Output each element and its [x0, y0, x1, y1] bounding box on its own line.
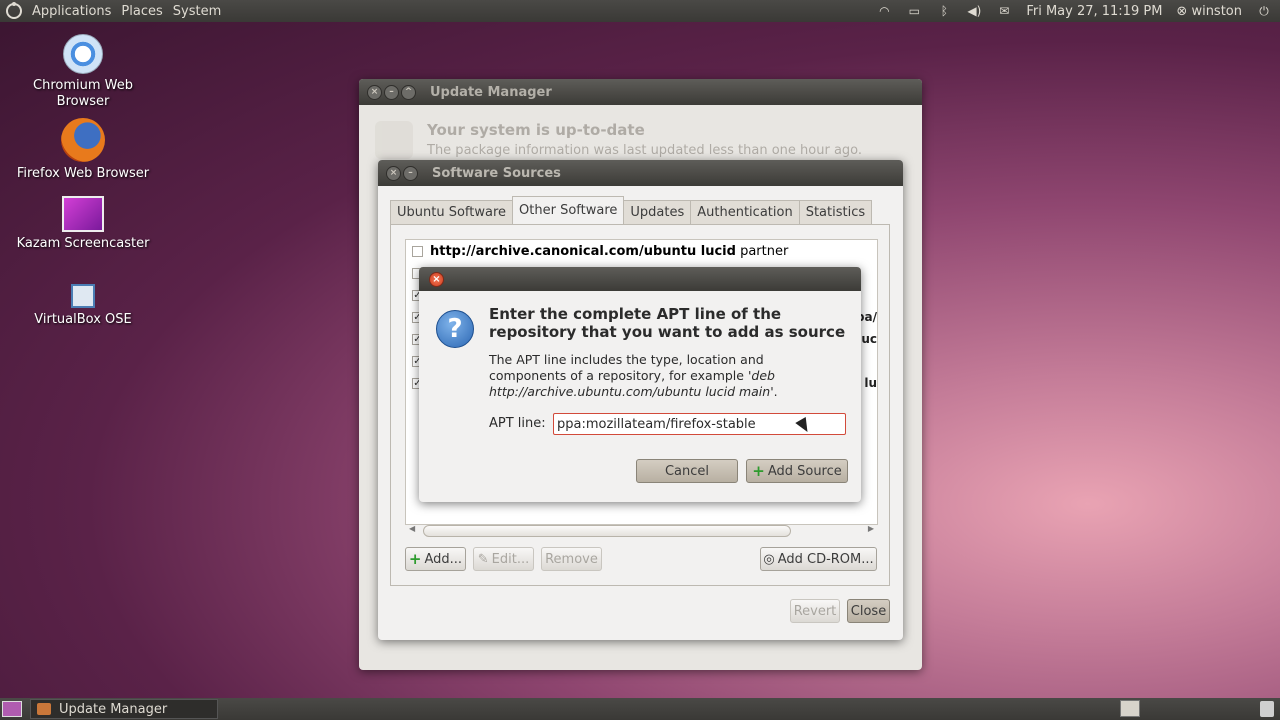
list-item[interactable]: http://archive.canonical.com/ubuntu luci…	[406, 240, 877, 262]
scrollbar-thumb[interactable]	[423, 525, 791, 537]
close-icon[interactable]: ×	[386, 165, 401, 181]
scroll-left-icon[interactable]: ◀	[409, 524, 415, 533]
firefox-icon	[61, 118, 105, 162]
apt-line-dialog: × ? Enter the complete APT line of the r…	[419, 267, 861, 502]
update-manager-titlebar[interactable]: × – ^ Update Manager	[359, 79, 922, 105]
dialog-heading: Enter the complete APT line of the repos…	[489, 305, 846, 341]
desktop-icon-chromium[interactable]: Chromium Web Browser	[13, 34, 153, 110]
system-menu[interactable]: System	[173, 4, 221, 19]
horizontal-scrollbar[interactable]: ◀ ▶	[405, 524, 878, 538]
edit-button[interactable]: ✎ Edit...	[473, 547, 534, 571]
trash-icon[interactable]	[1260, 701, 1274, 717]
edit-button-label: Edit...	[491, 551, 530, 567]
desktop-icon-kazam[interactable]: Kazam Screencaster	[13, 196, 153, 252]
clock[interactable]: Fri May 27, 11:19 PM	[1026, 4, 1162, 19]
description-suffix: '.	[770, 384, 778, 399]
apt-dialog-titlebar[interactable]: ×	[419, 267, 861, 291]
show-desktop-button[interactable]	[2, 701, 22, 717]
remove-button[interactable]: Remove	[541, 547, 602, 571]
bluetooth-icon[interactable]: ᛒ	[936, 4, 952, 18]
user-menu[interactable]: ⊗ winston	[1176, 4, 1242, 19]
tab-updates[interactable]: Updates	[623, 200, 692, 224]
desktop-icon-firefox[interactable]: Firefox Web Browser	[13, 118, 153, 182]
bottom-panel: Update Manager	[0, 698, 1280, 720]
taskbar-item-update-manager[interactable]: Update Manager	[30, 699, 218, 719]
source-fragment: lu	[864, 376, 877, 390]
source-checkbox[interactable]	[412, 245, 423, 257]
revert-button[interactable]: Revert	[790, 599, 840, 623]
desktop-icon-label: Kazam Screencaster	[16, 236, 150, 251]
minimize-icon[interactable]: –	[403, 165, 418, 181]
volume-icon[interactable]: ◀)	[966, 4, 982, 18]
plus-icon: +	[408, 550, 422, 568]
source-fragment: uc	[861, 332, 877, 346]
username: winston	[1191, 3, 1242, 19]
ubuntu-logo-icon[interactable]	[6, 2, 22, 19]
minimize-icon[interactable]: –	[384, 84, 399, 100]
source-url: http://archive.canonical.com/ubuntu luci…	[430, 243, 736, 259]
question-icon: ?	[436, 310, 474, 348]
tab-authentication[interactable]: Authentication	[690, 200, 800, 224]
window-title: Software Sources	[432, 165, 561, 181]
maximize-icon[interactable]: ^	[401, 84, 416, 100]
tab-ubuntu-software[interactable]: Ubuntu Software	[390, 200, 514, 224]
cancel-button[interactable]: Cancel	[636, 459, 738, 483]
software-sources-titlebar[interactable]: × – Software Sources	[378, 160, 903, 186]
add-source-button-label: Add Source	[767, 463, 842, 479]
cdrom-icon: ◎	[763, 551, 775, 567]
close-icon[interactable]: ×	[429, 271, 444, 287]
desktop-icon-label: VirtualBox OSE	[34, 312, 132, 327]
scroll-right-icon[interactable]: ▶	[868, 524, 874, 533]
applications-menu[interactable]: Applications	[32, 4, 111, 19]
desktop-icon-virtualbox[interactable]: VirtualBox OSE	[13, 284, 153, 328]
virtualbox-icon	[71, 284, 95, 308]
places-menu[interactable]: Places	[121, 4, 162, 19]
desktop-icon-label: Firefox Web Browser	[16, 166, 150, 181]
kazam-icon	[62, 196, 104, 232]
status-title: Your system is up-to-date	[427, 121, 645, 139]
update-manager-icon	[37, 703, 51, 715]
status-subtitle: The package information was last updated…	[427, 143, 863, 158]
window-title: Update Manager	[430, 84, 552, 100]
add-button[interactable]: + Add...	[405, 547, 466, 571]
tab-statistics[interactable]: Statistics	[798, 200, 873, 224]
desktop-icon-label: Chromium Web Browser	[33, 78, 133, 109]
add-source-button[interactable]: + Add Source	[746, 459, 848, 483]
workspace-switcher[interactable]	[1120, 700, 1140, 717]
top-panel: Applications Places System ◠ ▭ ᛒ ◀) ✉ Fr…	[0, 0, 1280, 22]
taskbar-label: Update Manager	[59, 701, 168, 717]
close-button[interactable]: Close	[847, 599, 890, 623]
description-text: The APT line includes the type, location…	[489, 352, 764, 383]
add-cdrom-button-label: Add CD-ROM...	[777, 551, 874, 567]
tab-bar: Ubuntu Software Other Software Updates A…	[390, 196, 873, 224]
tab-other-software[interactable]: Other Software	[512, 196, 625, 224]
source-component: partner	[740, 243, 789, 259]
dialog-description: The APT line includes the type, location…	[489, 352, 829, 400]
battery-icon[interactable]: ▭	[906, 4, 922, 18]
power-icon[interactable]: ⏻	[1256, 4, 1272, 18]
update-icon	[375, 121, 413, 159]
plus-icon: +	[752, 462, 765, 480]
close-icon[interactable]: ×	[367, 84, 382, 100]
wifi-icon[interactable]: ◠	[876, 4, 892, 18]
chromium-icon	[63, 34, 103, 74]
apt-line-label: APT line:	[489, 416, 546, 431]
add-cdrom-button[interactable]: ◎ Add CD-ROM...	[760, 547, 877, 571]
add-button-label: Add...	[424, 551, 463, 567]
mail-icon[interactable]: ✉	[996, 4, 1012, 18]
edit-icon: ✎	[477, 551, 489, 567]
